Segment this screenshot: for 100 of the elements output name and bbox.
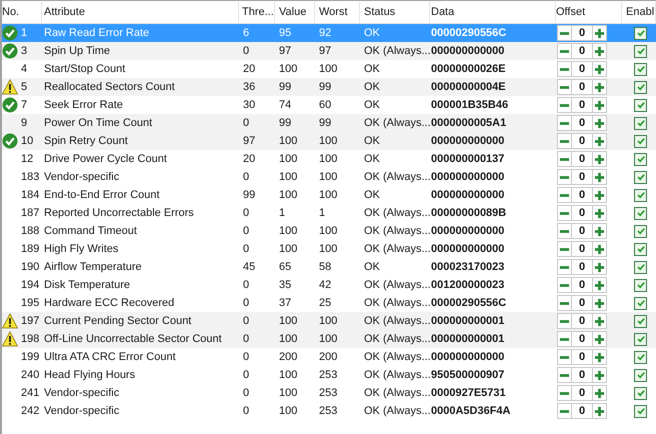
plus-button[interactable] xyxy=(592,313,607,329)
offset-field[interactable]: 0 xyxy=(572,43,592,59)
checkbox[interactable] xyxy=(634,80,647,94)
minus-button[interactable] xyxy=(557,25,572,41)
table-row[interactable]: 12 Drive Power Cycle Count 20 100 100 OK 000000000137 0 xyxy=(2,150,656,168)
minus-button[interactable] xyxy=(557,61,572,77)
minus-button[interactable] xyxy=(557,385,572,401)
minus-button[interactable] xyxy=(557,313,572,329)
plus-button[interactable] xyxy=(592,205,607,221)
minus-button[interactable] xyxy=(557,43,572,59)
checkbox[interactable] xyxy=(634,152,647,166)
offset-field[interactable]: 0 xyxy=(572,241,592,257)
checkbox[interactable] xyxy=(634,26,647,40)
offset-field[interactable]: 0 xyxy=(572,169,592,185)
minus-button[interactable] xyxy=(557,331,572,347)
table-row[interactable]: 187 Reported Uncorrectable Errors 0 1 1 OK (Always...00000000089B 0 xyxy=(2,204,656,222)
offset-field[interactable]: 0 xyxy=(572,385,592,401)
minus-button[interactable] xyxy=(557,79,572,95)
offset-field[interactable]: 0 xyxy=(572,25,592,41)
plus-button[interactable] xyxy=(592,115,607,131)
column-header[interactable]: Offset xyxy=(556,2,622,22)
table-row[interactable]: 241 Vendor-specific 0 100 253 OK (Always...0000927E5731 0 xyxy=(2,384,656,402)
table-row[interactable]: 7 Seek Error Rate 30 74 60 OK 000001B35B46 0 xyxy=(2,96,656,114)
table-row[interactable]: 184 End-to-End Error Count 99 100 100 OK 000000000000 0 xyxy=(2,186,656,204)
table-row[interactable]: 242 Vendor-specific 0 100 253 OK (Always...0000A5D36F4A 0 xyxy=(2,402,656,420)
offset-field[interactable]: 0 xyxy=(572,223,592,239)
minus-button[interactable] xyxy=(557,277,572,293)
plus-button[interactable] xyxy=(592,43,607,59)
minus-button[interactable] xyxy=(557,133,572,149)
table-row[interactable]: 198 Off-Line Uncorrectable Sector Count 0 100 100 OK (Always...000000000001 0 xyxy=(2,330,656,348)
checkbox[interactable] xyxy=(634,314,647,328)
table-row[interactable]: 197 Current Pending Sector Count 0 100 100 OK (Always...000000000001 0 xyxy=(2,312,656,330)
minus-button[interactable] xyxy=(557,169,572,185)
table-row[interactable]: 1 Raw Read Error Rate 6 95 92 OK 00000290556C 0 xyxy=(2,24,656,42)
minus-button[interactable] xyxy=(557,367,572,383)
plus-button[interactable] xyxy=(592,223,607,239)
table-row[interactable]: 199 Ultra ATA CRC Error Count 0 200 200 OK (Always...000000000000 0 xyxy=(2,348,656,366)
plus-button[interactable] xyxy=(592,367,607,383)
table-row[interactable]: 195 Hardware ECC Recovered 0 37 25 OK (Always...00000290556C 0 xyxy=(2,294,656,312)
column-header[interactable]: Attribute xyxy=(42,2,239,22)
checkbox[interactable] xyxy=(634,98,647,112)
checkbox[interactable] xyxy=(634,188,647,202)
offset-field[interactable]: 0 xyxy=(572,403,592,419)
table-row[interactable]: 9 Power On Time Count 0 99 99 OK (Always...0000000005A1 0 xyxy=(2,114,656,132)
checkbox[interactable] xyxy=(634,404,647,418)
plus-button[interactable] xyxy=(592,403,607,419)
checkbox[interactable] xyxy=(634,116,647,130)
checkbox[interactable] xyxy=(634,44,647,58)
column-header[interactable]: Worst xyxy=(315,2,360,22)
offset-field[interactable]: 0 xyxy=(572,61,592,77)
column-header[interactable]: Status xyxy=(360,2,430,22)
minus-button[interactable] xyxy=(557,223,572,239)
table-row[interactable]: 188 Command Timeout 0 100 100 OK (Always...000000000000 0 xyxy=(2,222,656,240)
column-header[interactable]: Data xyxy=(430,2,556,22)
plus-button[interactable] xyxy=(592,259,607,275)
offset-field[interactable]: 0 xyxy=(572,115,592,131)
minus-button[interactable] xyxy=(557,151,572,167)
offset-field[interactable]: 0 xyxy=(572,259,592,275)
offset-field[interactable]: 0 xyxy=(572,133,592,149)
table-row[interactable]: 194 Disk Temperature 0 35 42 OK (Always...001200000023 0 xyxy=(2,276,656,294)
table-row[interactable]: 189 High Fly Writes 0 100 100 OK (Always...000000000000 0 xyxy=(2,240,656,258)
minus-button[interactable] xyxy=(557,349,572,365)
column-header[interactable]: Value xyxy=(275,2,315,22)
column-header[interactable]: Thre... xyxy=(239,2,275,22)
checkbox[interactable] xyxy=(634,332,647,346)
plus-button[interactable] xyxy=(592,151,607,167)
offset-field[interactable]: 0 xyxy=(572,205,592,221)
checkbox[interactable] xyxy=(634,278,647,292)
table-row[interactable]: 3 Spin Up Time 0 97 97 OK (Always...000000000000 0 xyxy=(2,42,656,60)
plus-button[interactable] xyxy=(592,79,607,95)
plus-button[interactable] xyxy=(592,277,607,293)
plus-button[interactable] xyxy=(592,97,607,113)
plus-button[interactable] xyxy=(592,133,607,149)
column-header[interactable]: No. xyxy=(2,2,42,22)
offset-field[interactable]: 0 xyxy=(572,187,592,203)
offset-field[interactable]: 0 xyxy=(572,79,592,95)
checkbox[interactable] xyxy=(634,368,647,382)
offset-field[interactable]: 0 xyxy=(572,97,592,113)
checkbox[interactable] xyxy=(634,242,647,256)
table-row[interactable]: 10 Spin Retry Count 97 100 100 OK 000000000000 0 xyxy=(2,132,656,150)
offset-field[interactable]: 0 xyxy=(572,331,592,347)
minus-button[interactable] xyxy=(557,115,572,131)
checkbox[interactable] xyxy=(634,224,647,238)
plus-button[interactable] xyxy=(592,169,607,185)
plus-button[interactable] xyxy=(592,25,607,41)
checkbox[interactable] xyxy=(634,62,647,76)
minus-button[interactable] xyxy=(557,259,572,275)
checkbox[interactable] xyxy=(634,350,647,364)
plus-button[interactable] xyxy=(592,187,607,203)
offset-field[interactable]: 0 xyxy=(572,349,592,365)
minus-button[interactable] xyxy=(557,205,572,221)
checkbox[interactable] xyxy=(634,296,647,310)
plus-button[interactable] xyxy=(592,241,607,257)
plus-button[interactable] xyxy=(592,295,607,311)
table-row[interactable]: 240 Head Flying Hours 0 100 253 OK (Always...950500000907 0 xyxy=(2,366,656,384)
table-row[interactable]: 5 Reallocated Sectors Count 36 99 99 OK 00000000004E 0 xyxy=(2,78,656,96)
plus-button[interactable] xyxy=(592,349,607,365)
plus-button[interactable] xyxy=(592,385,607,401)
checkbox[interactable] xyxy=(634,206,647,220)
minus-button[interactable] xyxy=(557,241,572,257)
